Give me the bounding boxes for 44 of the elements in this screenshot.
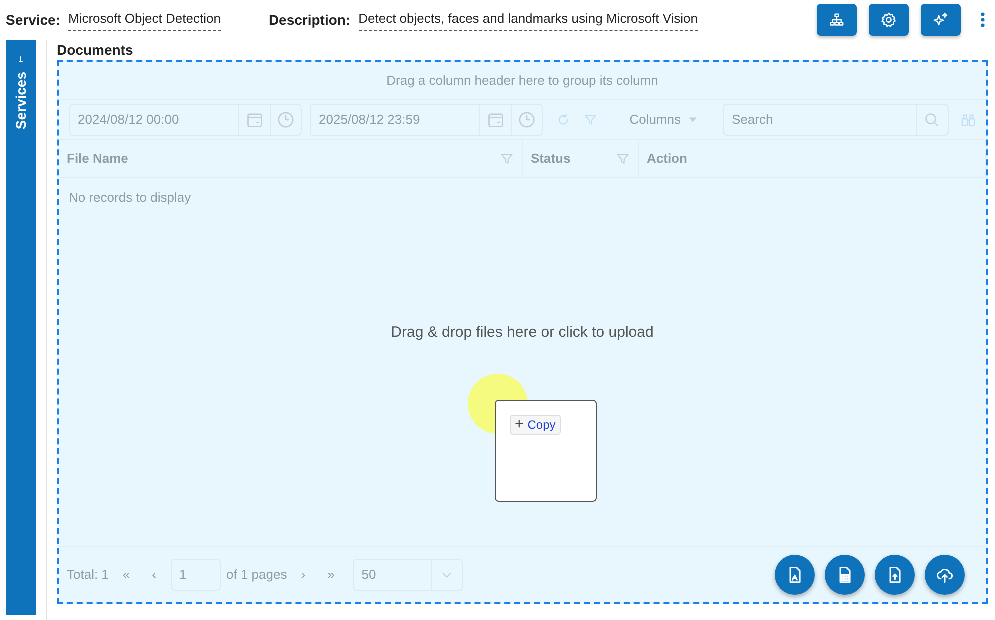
dropzone[interactable] <box>57 60 988 604</box>
service-value[interactable]: Microsoft Object Detection <box>68 9 221 31</box>
cloud-upload-icon <box>936 566 954 584</box>
end-date-field[interactable]: 2025/08/12 23:59 <box>310 104 543 136</box>
pdf-upload-button[interactable] <box>775 555 815 595</box>
pin-icon <box>17 56 25 64</box>
file-upload-button[interactable] <box>875 555 915 595</box>
page-count: of 1 pages <box>226 566 288 584</box>
last-page-button[interactable]: » <box>320 564 343 584</box>
settings-button[interactable] <box>869 4 909 36</box>
sparkle-icon <box>933 12 949 28</box>
group-hint: Drag a column header here to group its column <box>386 72 658 90</box>
page-number-field[interactable]: 1 <box>170 558 220 590</box>
cloud-upload-button[interactable] <box>925 555 965 595</box>
total-count: Total: 1 <box>67 566 109 584</box>
page-size-select[interactable]: 50 <box>352 558 463 590</box>
search-icon <box>924 112 940 128</box>
calendar-icon <box>486 110 504 128</box>
settings-icon <box>881 12 897 28</box>
kebab-icon <box>981 12 985 28</box>
column-header[interactable]: Action <box>647 148 688 168</box>
clock-icon <box>518 110 536 128</box>
calendar-icon <box>246 110 264 128</box>
first-page-button[interactable]: « <box>114 564 138 584</box>
empty-message: No records to display <box>69 190 192 205</box>
services-tab[interactable]: Services <box>6 40 36 615</box>
column-header[interactable]: File Name <box>67 148 128 168</box>
hierarchy-button[interactable] <box>817 4 857 36</box>
next-page-button[interactable]: › <box>293 564 314 584</box>
search-field[interactable]: Search <box>722 104 949 136</box>
service-label: Service: <box>6 10 60 30</box>
columns-button[interactable]: Columns <box>622 110 707 130</box>
description-label: Description: <box>268 10 351 30</box>
upload-instruction: Drag & drop files here or click to upload <box>390 323 655 343</box>
spreadsheet-upload-button[interactable] <box>825 555 865 595</box>
hierarchy-icon <box>830 13 844 27</box>
sparkle-button[interactable] <box>921 4 961 36</box>
column-header[interactable]: Status <box>531 148 571 168</box>
description-value[interactable]: Detect objects, faces and landmarks using Microsoft Vision <box>358 9 698 31</box>
section-title: Documents <box>57 41 134 60</box>
clock-icon <box>277 110 295 128</box>
previous-page-button[interactable]: ‹ <box>144 564 164 584</box>
copy-badge: + Copy <box>510 415 561 436</box>
start-date-field[interactable]: 2024/08/12 00:00 <box>69 104 302 136</box>
